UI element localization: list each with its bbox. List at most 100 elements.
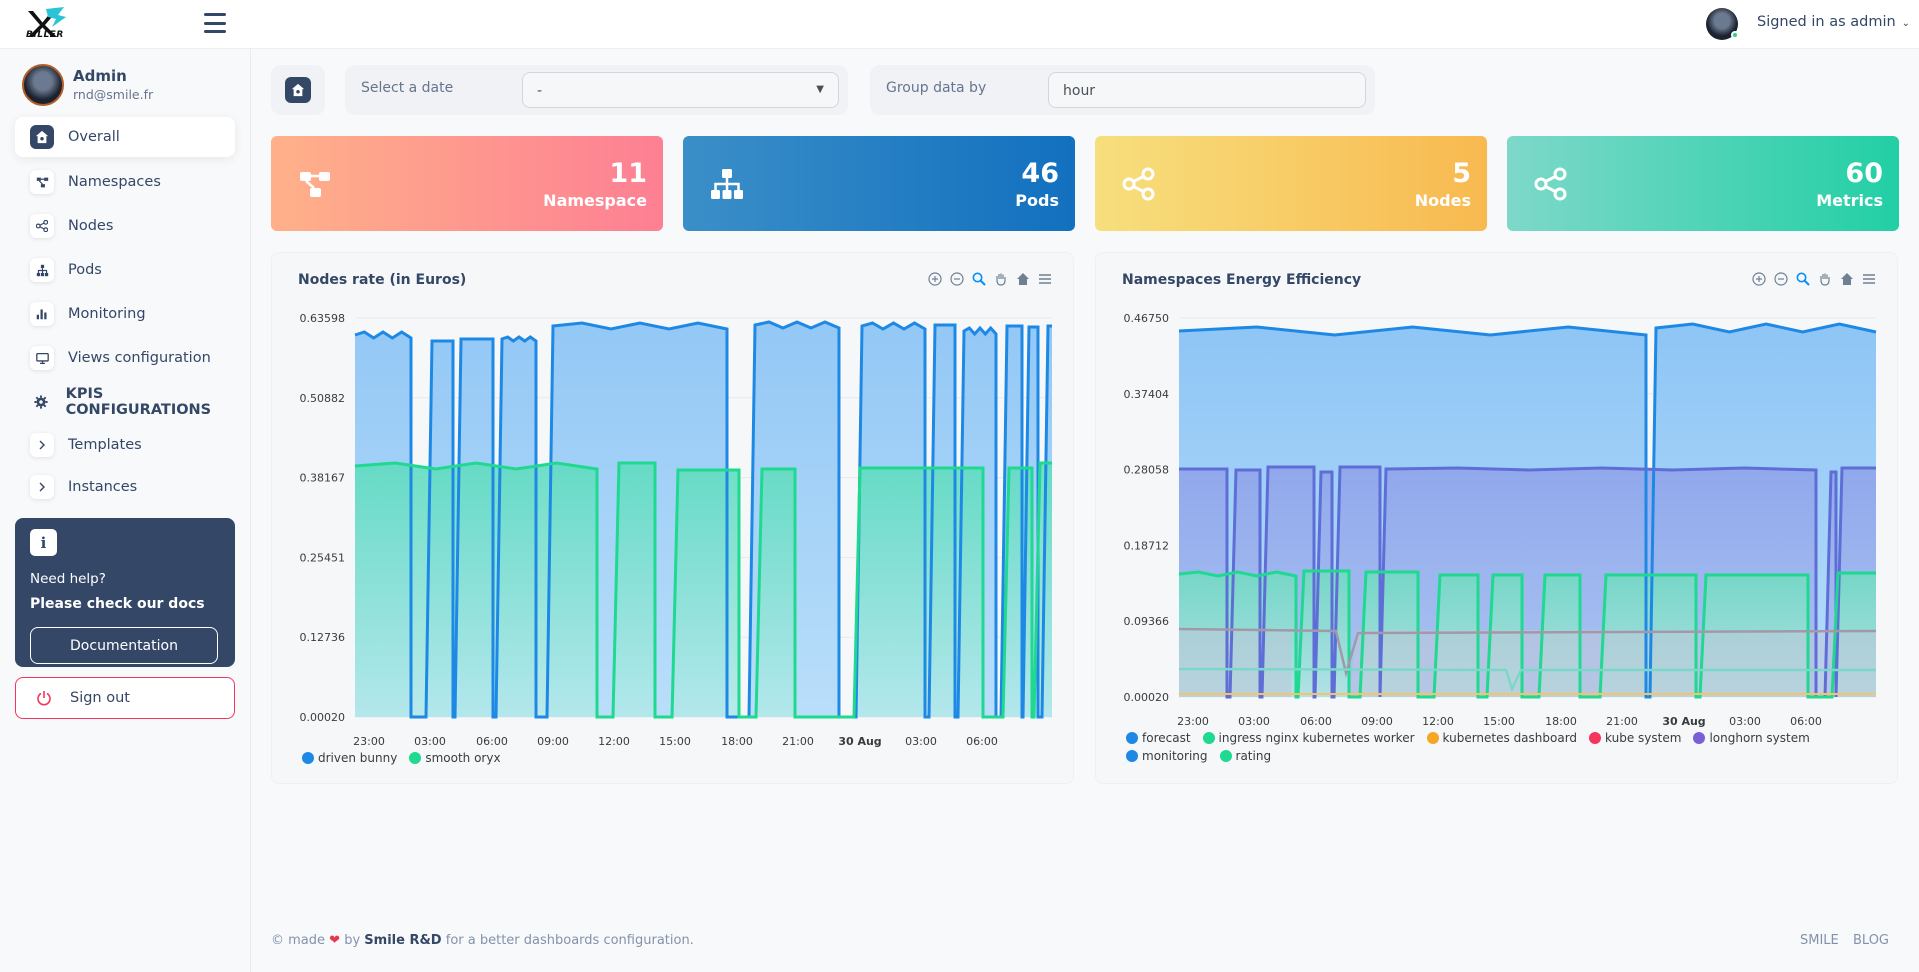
footer-brand-link[interactable]: Smile R&D	[364, 933, 441, 948]
sidebar-item-label: Views configuration	[68, 350, 211, 366]
sidebar-item-nodes[interactable]: Nodes	[15, 206, 235, 246]
home-icon	[30, 125, 54, 149]
stat-value: 11	[609, 158, 647, 189]
x-tick-label: 30 Aug	[838, 735, 881, 748]
power-icon	[33, 687, 55, 709]
x-tick-label: 06:00	[476, 735, 508, 748]
group-by-value: hour	[1063, 83, 1096, 99]
stat-card-namespace[interactable]: 11 Namespace	[271, 136, 663, 231]
legend-label: smooth oryx	[425, 751, 501, 765]
help-card: i Need help? Please check our docs Docum…	[15, 518, 235, 667]
legend-marker	[1426, 732, 1439, 744]
x-tick-label: 06:00	[1790, 715, 1822, 728]
stat-value: 60	[1845, 158, 1883, 189]
legend-marker	[1126, 732, 1138, 744]
sign-out-label: Sign out	[70, 690, 130, 706]
legend-label: rating	[1235, 749, 1272, 763]
sidebar-item-label: Namespaces	[68, 174, 161, 190]
namespace-icon	[30, 170, 54, 194]
menu-toggle-button[interactable]	[204, 13, 226, 33]
bar-chart-icon	[30, 302, 54, 326]
legend-label: ingress nginx kubernetes worker	[1218, 731, 1415, 745]
legend-label: forecast	[1142, 731, 1191, 745]
sidebar-item-pods[interactable]: Pods	[15, 250, 235, 290]
x-tick-label: 21:00	[1606, 715, 1638, 728]
x-tick-label: 06:00	[966, 735, 998, 748]
stat-card-nodes[interactable]: 5 Nodes	[1095, 136, 1487, 231]
user-email: rnd@smile.fr	[73, 87, 154, 102]
legend-item[interactable]: monitoring	[1126, 749, 1208, 763]
sidebar-item-overall[interactable]: Overall	[15, 117, 235, 157]
date-select[interactable]: - ▼	[522, 72, 839, 108]
group-by-input[interactable]: hour	[1048, 72, 1366, 108]
chevron-down-icon: ⌄	[1901, 18, 1911, 29]
home-button[interactable]	[271, 65, 325, 115]
y-tick-label: 0.38167	[300, 472, 346, 485]
stat-card-metrics[interactable]: 60 Metrics	[1507, 136, 1899, 231]
x-tick-label: 03:00	[1729, 715, 1761, 728]
sidebar-item-templates[interactable]: Templates	[15, 425, 235, 465]
help-subtitle: Please check our docs	[30, 596, 205, 612]
info-icon: i	[30, 529, 57, 556]
date-filter: Select a date - ▼	[345, 65, 848, 115]
top-bar: BILLER Signed in as admin ⌄	[0, 0, 1919, 49]
y-tick-label: 0.25451	[300, 551, 346, 564]
legend-marker	[1589, 732, 1602, 744]
signed-in-label: Signed in as admin	[1757, 14, 1896, 30]
sidebar-item-label: Overall	[68, 129, 120, 145]
sidebar-item-namespaces[interactable]: Namespaces	[15, 162, 235, 202]
group-filter: Group data by hour	[870, 65, 1375, 115]
sidebar-item-label: Templates	[68, 437, 142, 453]
online-status-dot	[1731, 31, 1739, 39]
date-select-value: -	[537, 83, 543, 99]
series-area-kube-system	[1179, 629, 1876, 697]
legend-item[interactable]: kubernetes dashboard	[1426, 731, 1578, 745]
sitemap-icon	[711, 169, 743, 199]
legend-item[interactable]: forecast	[1126, 731, 1191, 745]
legend-item[interactable]: driven bunny	[302, 751, 397, 765]
section-label: KPIS CONFIGURATIONS	[65, 386, 212, 418]
legend-item[interactable]: ingress nginx kubernetes worker	[1202, 731, 1415, 745]
x-tick-label: 12:00	[1422, 715, 1454, 728]
legend-marker	[1126, 750, 1138, 762]
sidebar-section-kpis-configurations: KPIS CONFIGURATIONS	[15, 382, 235, 422]
sidebar-item-instances[interactable]: Instances	[15, 467, 235, 507]
sitemap-icon	[30, 258, 54, 282]
heart-icon: ❤	[329, 933, 341, 948]
footer-tail: for a better dashboards configuration.	[445, 933, 694, 948]
legend-item[interactable]: smooth oryx	[409, 751, 501, 765]
stat-card-pods[interactable]: 46 Pods	[683, 136, 1075, 231]
sign-out-button[interactable]: Sign out	[15, 677, 235, 719]
footer-link-blog[interactable]: BLOG	[1853, 933, 1889, 948]
y-tick-label: 0.18712	[1124, 539, 1170, 552]
legend-label: kubernetes dashboard	[1442, 731, 1578, 745]
x-tick-label: 03:00	[414, 735, 446, 748]
date-filter-label: Select a date	[361, 80, 454, 96]
legend-item[interactable]: rating	[1219, 749, 1272, 763]
legend-item[interactable]: longhorn system	[1693, 731, 1810, 745]
documentation-button[interactable]: Documentation	[30, 627, 218, 664]
x-tick-label: 23:00	[1177, 715, 1209, 728]
avatar[interactable]	[1706, 8, 1739, 40]
footer-link-smile[interactable]: SMILE	[1800, 933, 1839, 948]
stat-value: 5	[1452, 158, 1471, 189]
x-tick-label: 03:00	[1238, 715, 1270, 728]
energy-efficiency-chart-card: Namespaces Energy Efficiency 0.46750 0.37…	[1095, 252, 1898, 784]
legend-item[interactable]: kube system	[1589, 731, 1681, 745]
stat-label: Namespace	[543, 191, 647, 210]
home-icon	[285, 77, 311, 103]
energy-efficiency-chart[interactable]: 0.46750 0.37404 0.28058 0.18712 0.09366 0.000…	[1096, 253, 1899, 785]
x-tick-label: 23:00	[353, 735, 385, 748]
sidebar-item-views-configuration[interactable]: Views configuration	[15, 338, 235, 378]
avatar	[22, 64, 64, 106]
x-tick-label: 15:00	[1483, 715, 1515, 728]
legend-label: driven bunny	[318, 751, 398, 765]
sidebar-item-label: Monitoring	[68, 306, 146, 322]
sidebar-item-label: Nodes	[68, 218, 114, 234]
share-icon	[1122, 167, 1155, 201]
nodes-rate-chart[interactable]: 0.63598 0.50882 0.38167 0.25451 0.12736 0.000…	[272, 253, 1075, 785]
y-tick-label: 0.37404	[1124, 388, 1170, 401]
sidebar-item-monitoring[interactable]: Monitoring	[15, 294, 235, 334]
group-filter-label: Group data by	[886, 80, 987, 96]
user-menu-dropdown[interactable]: Signed in as admin ⌄	[1757, 14, 1910, 30]
